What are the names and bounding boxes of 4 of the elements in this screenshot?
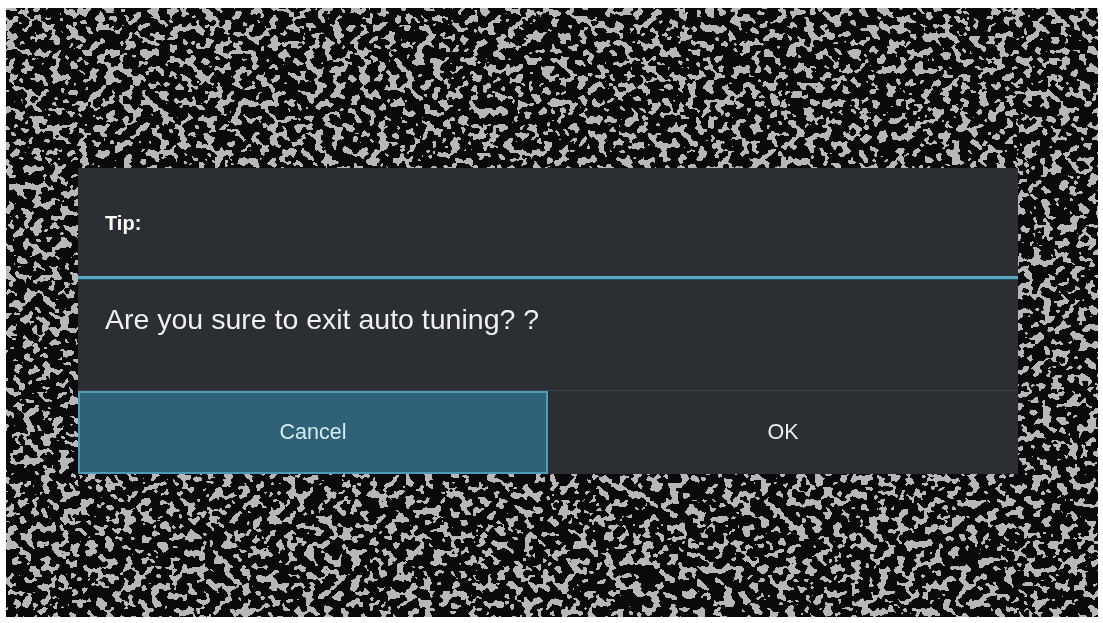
- dialog-button[interactable]: OK: [548, 391, 1018, 474]
- dialog-title: Tip:: [105, 211, 142, 235]
- dialog-message: Are you sure to exit auto tuning? ?: [105, 303, 540, 335]
- dialog-button[interactable]: Cancel: [78, 391, 548, 474]
